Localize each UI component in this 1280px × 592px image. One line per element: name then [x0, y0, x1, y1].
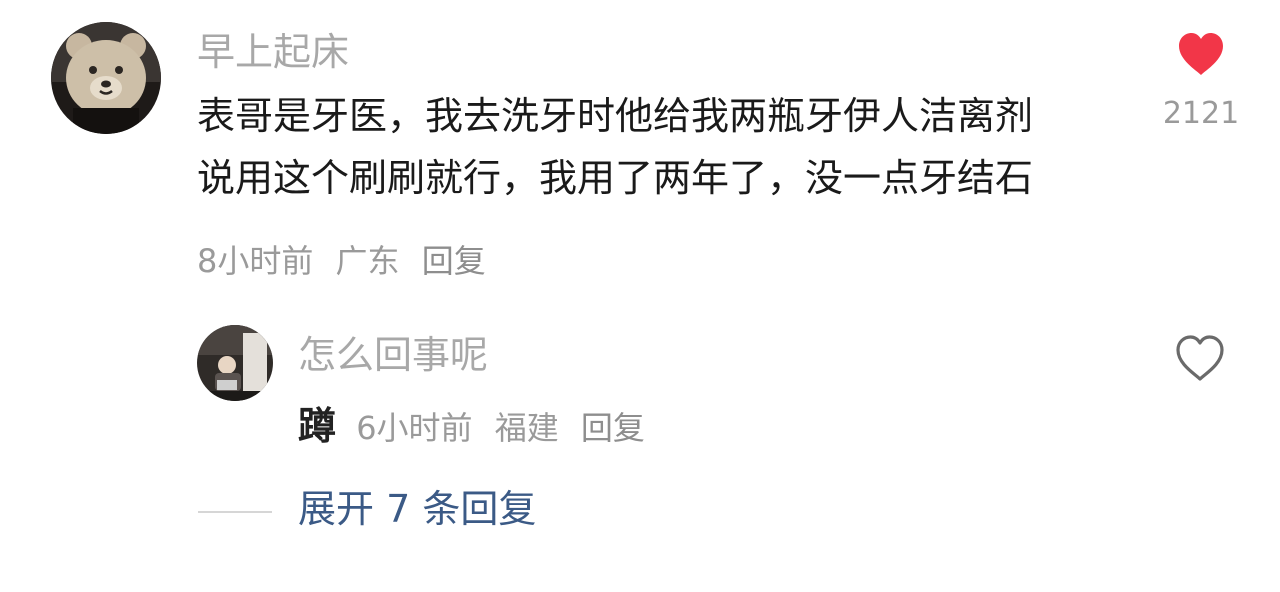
reply-reply-button[interactable]: 回复 [581, 408, 645, 448]
expand-divider [198, 511, 272, 513]
reply-location: 福建 [494, 409, 559, 447]
comment-meta: 8小时前 广东 回复 [197, 241, 486, 281]
comment-username[interactable]: 早上起床 [197, 30, 349, 74]
avatar-photo-image [197, 325, 273, 401]
comment-text-line-2: 说用这个刷刷就行，我用了两年了，没一点牙结石 [197, 156, 1034, 200]
reply-username[interactable]: 怎么回事呢 [298, 333, 488, 377]
avatar[interactable] [51, 22, 161, 134]
reply-time: 6小时前 [356, 409, 473, 447]
heart-filled-icon [1179, 33, 1223, 75]
reply-text: 蹲 [298, 404, 337, 448]
reply-like-button[interactable] [1174, 333, 1226, 383]
reply-avatar[interactable] [197, 325, 273, 401]
comment-text-line-1: 表哥是牙医，我去洗牙时他给我两瓶牙伊人洁离剂 [197, 94, 1034, 138]
like-button[interactable] [1176, 30, 1226, 78]
reply-meta: 蹲 6小时前 福建 回复 [298, 406, 645, 448]
like-count: 2121 [1162, 96, 1240, 131]
avatar-bear-image [51, 22, 161, 134]
comment-reply-button[interactable]: 回复 [422, 241, 486, 281]
expand-replies-button[interactable]: 展开 7 条回复 [298, 486, 536, 532]
heart-outline-icon [1176, 335, 1224, 381]
comment-time: 8小时前 [197, 242, 314, 280]
comment-location: 广东 [335, 242, 400, 280]
